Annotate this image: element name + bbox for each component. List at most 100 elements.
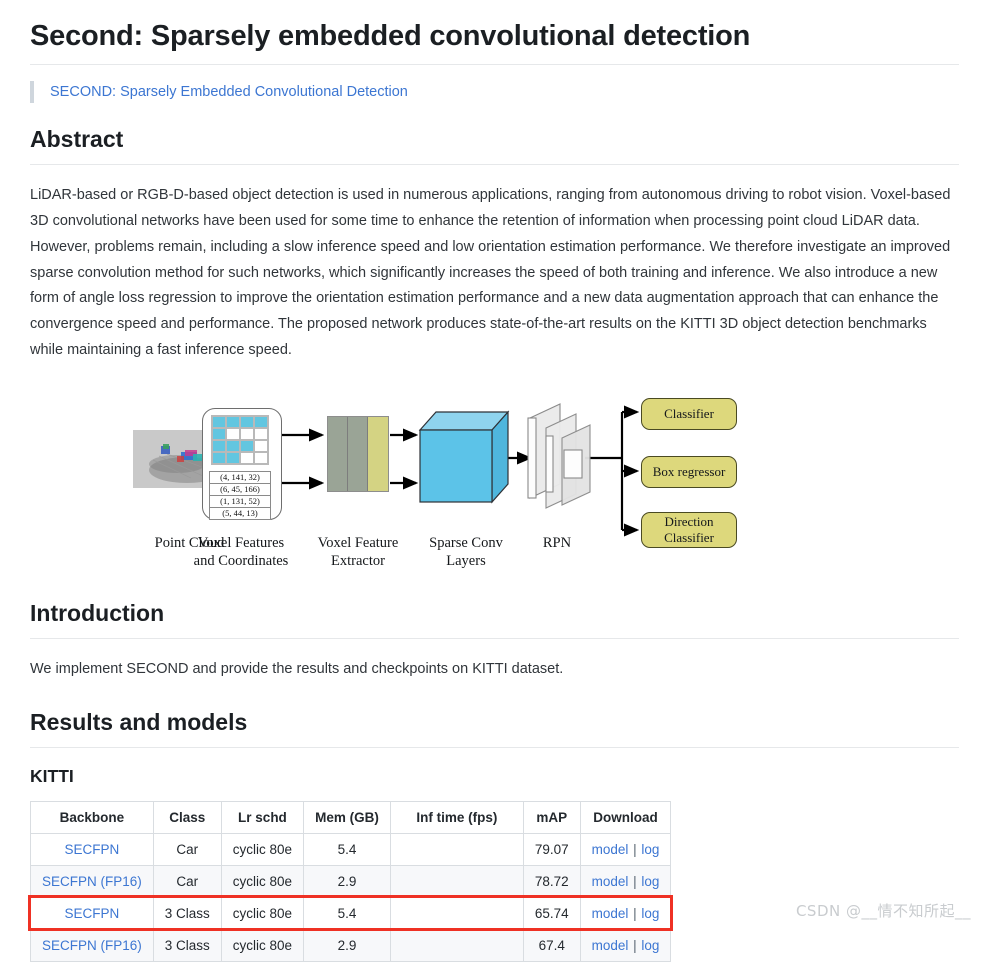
voxel-cell-2-1 (226, 439, 240, 452)
output-head-classifier: Classifier (641, 397, 737, 430)
cell-class: Car (152, 833, 222, 867)
introduction-text: We implement SECOND and provide the resu… (30, 660, 564, 677)
voxel-coordinate-2: (1, 131, 52) (209, 494, 271, 507)
voxel-coordinate-1: (6, 45, 166) (209, 482, 271, 495)
voxel-cell-2-2 (240, 439, 254, 452)
model-download-link[interactable]: model (592, 874, 629, 889)
cell-mem: 2.9 (303, 865, 391, 899)
abstract-divider (30, 164, 959, 166)
cell-backbone: SECFPN (FP16) (30, 865, 154, 899)
voxel-features-box: (4, 141, 32) (6, 45, 166) (1, 131, 52) (5, … (202, 407, 282, 520)
page-title: Second: Sparsely embedded convolutional … (30, 20, 751, 52)
abstract-body: LiDAR-based or RGB-D-based object detect… (30, 183, 959, 364)
abstract-heading: Abstract (30, 126, 124, 153)
cell-backbone: SECFPN (30, 833, 154, 867)
title-divider (30, 64, 959, 66)
table-header-class: Class (152, 801, 222, 835)
table-row: SECFPN (FP16) 3 Class cyclic 80e 2.9 67.4 mod… (30, 929, 672, 963)
architecture-figure: (4, 141, 32) (6, 45, 166) (1, 131, 52) (5, … (30, 388, 959, 573)
voxel-cell-1-2 (240, 427, 254, 440)
output-head-box-regressor: Box regressor (641, 455, 737, 488)
log-download-link[interactable]: log (641, 906, 659, 921)
kitti-subheading: KITTI (30, 766, 74, 787)
download-separator: | (629, 938, 641, 954)
cell-map: 67.4 (522, 929, 581, 963)
cell-class: 3 Class (152, 929, 222, 963)
model-download-link[interactable]: model (592, 906, 629, 921)
paper-link[interactable]: SECOND: Sparsely Embedded Convolutional … (50, 84, 408, 100)
table-header-backbone: Backbone (30, 801, 154, 835)
table-body: SECFPN Car cyclic 80e 5.4 79.07 model | log SE… (30, 833, 672, 963)
download-separator: | (629, 906, 641, 922)
table-header-mem-gb: Mem (GB) (303, 801, 391, 835)
voxel-cell-2-0 (212, 439, 226, 452)
voxel-cell-3-2 (240, 451, 254, 464)
log-download-link[interactable]: log (641, 842, 659, 857)
cell-mem: 5.4 (303, 833, 391, 867)
voxel-cell-3-3 (254, 451, 268, 464)
paper-reference-blockquote: SECOND: Sparsely Embedded Convolutional … (30, 81, 959, 104)
sparse-conv-cube (418, 410, 510, 504)
voxel-cell-3-1 (226, 451, 240, 464)
cell-mem: 5.4 (303, 897, 391, 931)
cell-inf-time (389, 833, 524, 867)
document-page: Second: Sparsely embedded convolutional … (0, 0, 989, 967)
backbone-link[interactable]: SECFPN (FP16) (42, 938, 142, 953)
voxel-coordinate-list: (4, 141, 32) (6, 45, 166) (1, 131, 52) (5, … (209, 470, 271, 520)
cell-class: Car (152, 865, 222, 899)
voxel-cell-2-3 (254, 439, 268, 452)
voxel-cell-1-0 (212, 427, 226, 440)
figure-canvas: (4, 141, 32) (6, 45, 166) (1, 131, 52) (5, … (30, 388, 959, 573)
table-row: SECFPN Car cyclic 80e 5.4 79.07 model | log (30, 833, 672, 867)
backbone-link[interactable]: SECFPN (FP16) (42, 874, 142, 889)
cell-backbone: SECFPN (30, 897, 154, 931)
cell-download: model | log (579, 897, 672, 931)
direction-classifier-label: Direction Classifier (664, 514, 714, 545)
backbone-link[interactable]: SECFPN (65, 906, 120, 921)
kitti-table-wrapper: Backbone Class Lr schd Mem (GB) Inf time (fp… (28, 801, 674, 963)
table-header-row: Backbone Class Lr schd Mem (GB) Inf time (fp… (30, 801, 672, 835)
log-download-link[interactable]: log (641, 874, 659, 889)
vfe-layer-3 (368, 416, 388, 491)
voxel-coordinate-3: (5, 44, 13) (209, 506, 271, 520)
table-header-download: Download (579, 801, 672, 835)
table-row: SECFPN (FP16) Car cyclic 80e 2.9 78.72 model … (30, 865, 672, 899)
caption-voxel-features: Voxel Features and Coordinates (193, 534, 289, 570)
voxel-feature-extractor-block (327, 415, 389, 492)
caption-rpn: RPN (542, 534, 572, 551)
voxel-cell-0-3 (254, 415, 268, 428)
cell-map: 79.07 (522, 833, 581, 867)
voxel-cell-1-1 (226, 427, 240, 440)
csdn-watermark: CSDN @__情不知所起__ (795, 902, 971, 920)
introduction-divider (30, 637, 959, 639)
table-row: SECFPN 3 Class cyclic 80e 5.4 65.74 model | l… (30, 897, 672, 931)
caption-sparse-conv-layers: Sparse Conv Layers (429, 534, 503, 570)
cell-map: 65.74 (522, 897, 581, 931)
cell-map: 78.72 (522, 865, 581, 899)
cell-backbone: SECFPN (FP16) (30, 929, 154, 963)
abstract-text: LiDAR-based or RGB-D-based object detect… (30, 187, 951, 358)
voxel-cell-0-2 (240, 415, 254, 428)
cell-lr-schd: cyclic 80e (220, 865, 305, 899)
cell-download: model | log (579, 929, 672, 963)
caption-voxel-feature-extractor: Voxel Feature Extractor (317, 534, 399, 570)
voxel-cell-1-3 (254, 427, 268, 440)
download-separator: | (629, 842, 641, 858)
model-download-link[interactable]: model (592, 842, 629, 857)
voxel-cell-3-0 (212, 451, 226, 464)
table-header-inf-time-fps: Inf time (fps) (389, 801, 524, 835)
log-download-link[interactable]: log (641, 938, 659, 953)
cell-download: model | log (579, 833, 672, 867)
vfe-layer-2 (348, 416, 369, 491)
table-header-lr-schd: Lr schd (220, 801, 305, 835)
output-head-direction-classifier: Direction Classifier (641, 511, 737, 548)
cell-class: 3 Class (152, 897, 222, 931)
kitti-results-table: Backbone Class Lr schd Mem (GB) Inf time (fp… (30, 801, 672, 963)
cell-mem: 2.9 (303, 929, 391, 963)
cell-inf-time (389, 897, 524, 931)
cell-download: model | log (579, 865, 672, 899)
model-download-link[interactable]: model (592, 938, 629, 953)
voxel-coordinate-0: (4, 141, 32) (209, 470, 271, 483)
backbone-link[interactable]: SECFPN (65, 842, 120, 857)
voxel-occupancy-grid (211, 414, 269, 465)
